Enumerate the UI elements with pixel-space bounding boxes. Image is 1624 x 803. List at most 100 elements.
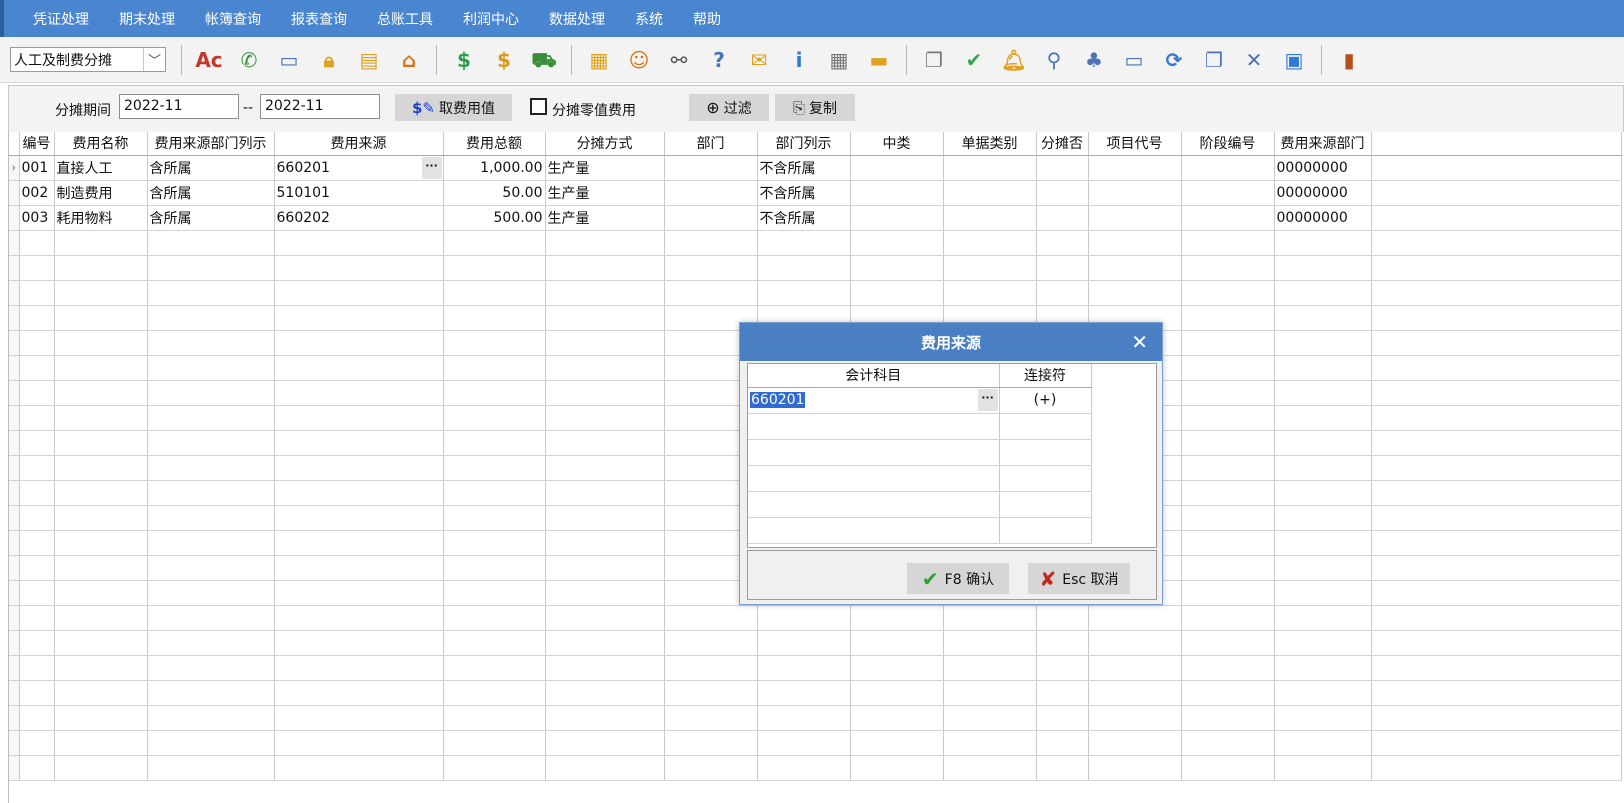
cell-dept[interactable] [664,630,758,656]
cell-source[interactable] [274,455,444,481]
cell-method[interactable] [545,480,665,506]
cell-project[interactable] [1088,205,1182,231]
table-row[interactable] [9,655,1622,681]
cell-src-dept-show[interactable] [147,580,275,606]
col-header-3[interactable]: 费用来源 [274,132,444,156]
link-icon[interactable]: ⚯ [664,45,694,75]
cell-stage[interactable] [1181,355,1275,381]
cell-category[interactable] [850,255,944,281]
cell-alloc[interactable] [1036,630,1089,656]
dialog-cell-connector[interactable] [999,465,1092,492]
menu-item-4[interactable]: 总账工具 [362,9,448,29]
cell-total[interactable] [443,605,546,631]
table-row[interactable] [9,230,1622,256]
cell-project[interactable] [1088,680,1182,706]
cell-src-dept[interactable]: 00000000 [1274,205,1372,231]
cell-stage[interactable] [1181,555,1275,581]
col-header-13[interactable]: 费用来源部门 [1274,132,1372,156]
cell-src-dept-show[interactable] [147,430,275,456]
cell-alloc[interactable] [1036,180,1089,206]
fetch-value-button[interactable]: $✎ 取费用值 [395,94,512,121]
menu-item-5[interactable]: 利润中心 [448,9,534,29]
filter-button[interactable]: ⊕ 过滤 [689,94,769,121]
cell-name[interactable] [54,730,148,756]
cell-dept-show[interactable] [757,230,851,256]
refresh-icon[interactable]: ⟳ [1159,45,1189,75]
cell-src-dept-show[interactable] [147,505,275,531]
cell-category[interactable] [850,230,944,256]
cell-src-dept[interactable] [1274,230,1372,256]
cell-project[interactable] [1088,655,1182,681]
cell-code[interactable] [19,455,55,481]
cell-alloc[interactable] [1036,730,1089,756]
cell-project[interactable] [1088,280,1182,306]
cell-method[interactable] [545,630,665,656]
cell-src-dept-show[interactable] [147,330,275,356]
cell-code[interactable] [19,330,55,356]
spelling-icon[interactable]: Ac [194,45,224,75]
cell-dept[interactable] [664,605,758,631]
cell-stage[interactable] [1181,705,1275,731]
cell-total[interactable] [443,705,546,731]
cell-alloc[interactable] [1036,230,1089,256]
cell-method[interactable] [545,680,665,706]
cell-src-dept-show[interactable] [147,355,275,381]
cell-name[interactable] [54,230,148,256]
cell-doc-type[interactable] [943,180,1037,206]
cell-dept[interactable] [664,230,758,256]
col-header-6[interactable]: 部门 [664,132,758,156]
cell-src-dept-show[interactable] [147,605,275,631]
cancel-button[interactable]: ✘ Esc 取消 [1028,563,1130,594]
cell-name[interactable] [54,655,148,681]
cell-doc-type[interactable] [943,155,1037,181]
cell-dept[interactable] [664,280,758,306]
cell-total[interactable] [443,755,546,781]
cell-name[interactable] [54,680,148,706]
cell-name[interactable] [54,330,148,356]
cell-src-dept[interactable] [1274,405,1372,431]
cell-dept[interactable] [664,180,758,206]
cell-method[interactable] [545,255,665,281]
cell-method[interactable] [545,355,665,381]
menu-item-8[interactable]: 帮助 [678,9,736,29]
cell-stage[interactable] [1181,505,1275,531]
cell-total[interactable] [443,305,546,331]
cell-project[interactable] [1088,605,1182,631]
cell-category[interactable] [850,755,944,781]
cell-alloc[interactable] [1036,155,1089,181]
cell-src-dept-show[interactable] [147,480,275,506]
cell-source[interactable] [274,630,444,656]
cell-total[interactable] [443,405,546,431]
cell-method[interactable] [545,455,665,481]
cell-dept-show[interactable] [757,630,851,656]
cell-stage[interactable] [1181,180,1275,206]
cell-doc-type[interactable] [943,205,1037,231]
cell-method[interactable] [545,605,665,631]
cell-total[interactable] [443,280,546,306]
dollar-coin-icon[interactable]: $ [449,45,479,75]
module-select[interactable]: 人工及制费分摊 ﹀ [10,47,166,72]
cell-total[interactable] [443,530,546,556]
screen-icon[interactable]: ▭ [274,45,304,75]
dialog-row[interactable] [748,413,1092,440]
cell-name[interactable] [54,605,148,631]
cell-total[interactable] [443,330,546,356]
cell-stage[interactable] [1181,730,1275,756]
col-header-9[interactable]: 单据类别 [943,132,1037,156]
cell-project[interactable] [1088,230,1182,256]
dialog-cell-connector[interactable] [999,491,1092,518]
dialog-cell-account[interactable] [748,413,1000,440]
cell-stage[interactable] [1181,280,1275,306]
lock-icon[interactable]: 🔒︎ [314,45,344,75]
cell-src-dept-show[interactable] [147,280,275,306]
cell-stage[interactable] [1181,755,1275,781]
col-header-0[interactable]: 编号 [19,132,55,156]
cell-project[interactable] [1088,730,1182,756]
cell-stage[interactable] [1181,580,1275,606]
cell-total[interactable] [443,355,546,381]
cell-src-dept-show[interactable]: 含所属 [147,180,275,206]
cell-category[interactable] [850,630,944,656]
cell-code[interactable]: 002 [19,180,55,206]
cell-total[interactable] [443,455,546,481]
dialog-row[interactable] [748,439,1092,466]
